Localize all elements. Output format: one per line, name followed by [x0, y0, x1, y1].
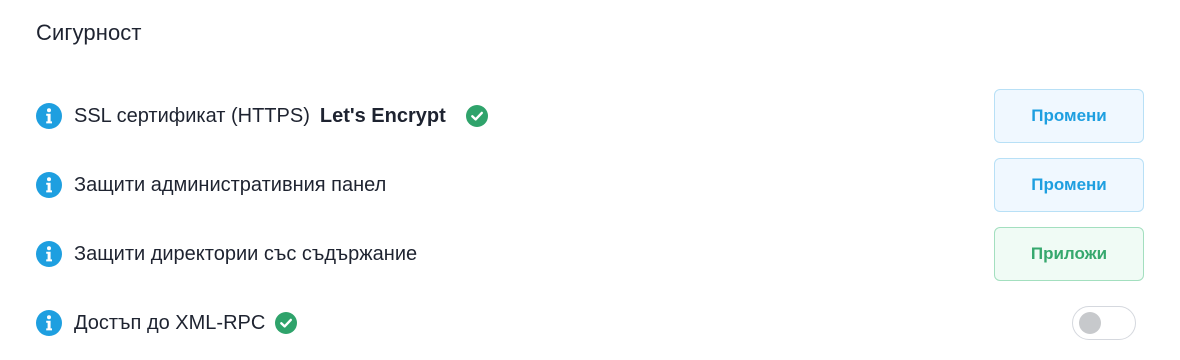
check-circle-icon: [465, 105, 488, 127]
ssl-row: SSL сертификат (HTTPS) Let's Encrypt Про…: [36, 89, 1144, 143]
info-icon[interactable]: [36, 310, 62, 336]
admin-panel-row: Защити административния панел Промени: [36, 158, 1144, 212]
content-dirs-apply-button[interactable]: Приложи: [994, 227, 1144, 281]
admin-panel-change-button[interactable]: Промени: [994, 158, 1144, 212]
info-icon[interactable]: [36, 172, 62, 198]
content-dirs-row: Защити директории със съдържание Приложи: [36, 227, 1144, 281]
xmlrpc-toggle[interactable]: [1072, 306, 1136, 340]
toggle-knob: [1079, 312, 1101, 334]
check-circle-icon: [275, 312, 298, 334]
content-dirs-label: Защити директории със съдържание: [74, 242, 418, 265]
ssl-change-button[interactable]: Промени: [994, 89, 1144, 143]
section-title: Сигурност: [36, 20, 142, 45]
ssl-provider: Let's Encrypt: [319, 104, 446, 127]
admin-panel-label: Защити административния панел: [74, 173, 387, 196]
xmlrpc-row: Достъп до XML-RPC: [36, 297, 1144, 349]
xmlrpc-label: Достъп до XML-RPC: [74, 311, 266, 334]
info-icon[interactable]: [36, 241, 62, 267]
ssl-label: SSL сертификат (HTTPS): [74, 104, 310, 127]
info-icon[interactable]: [36, 103, 62, 129]
